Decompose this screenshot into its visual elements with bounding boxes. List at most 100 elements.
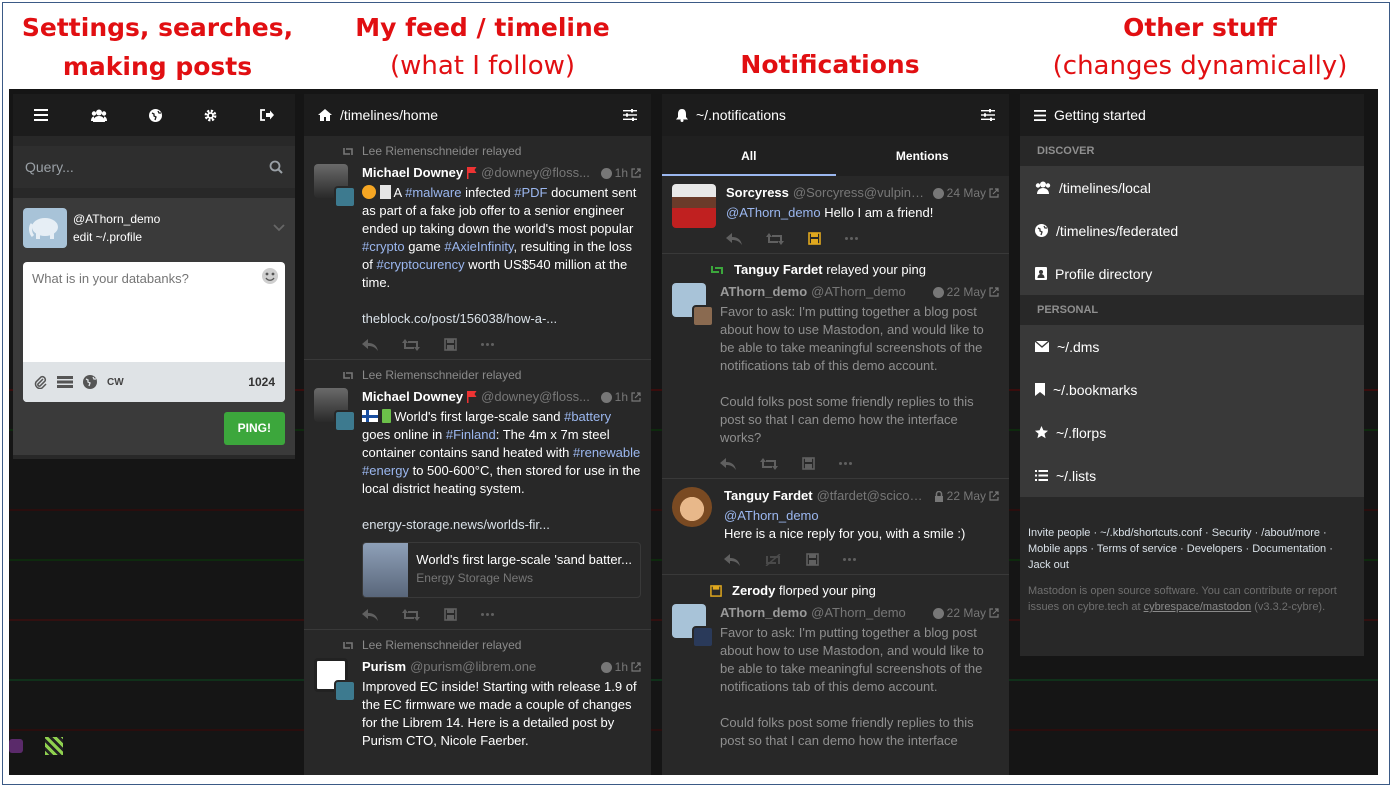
tab-all[interactable]: All	[662, 136, 836, 176]
footer-link-about[interactable]: /about/more	[1261, 527, 1320, 539]
menu-icon[interactable]	[34, 109, 49, 121]
nav-profile-directory[interactable]: Profile directory	[1020, 252, 1364, 295]
notifications-header[interactable]: ~/.notifications	[662, 94, 1009, 136]
hashtag[interactable]: #battery	[564, 409, 611, 424]
more-icon[interactable]	[843, 558, 856, 561]
more-icon[interactable]	[845, 237, 858, 240]
timestamp[interactable]: 22 May	[932, 283, 999, 301]
chevron-down-icon[interactable]	[273, 224, 285, 232]
search-icon[interactable]	[269, 160, 283, 174]
account-handle[interactable]: @tfardet@scicom...	[817, 487, 930, 505]
boost-icon[interactable]	[402, 608, 420, 621]
display-name[interactable]: Tanguy Fardet	[724, 487, 813, 505]
hashtag[interactable]: #energy	[362, 463, 409, 478]
ping-button[interactable]: PING!	[223, 412, 285, 445]
external-link-icon[interactable]	[631, 662, 641, 672]
content-warning-button[interactable]: CW	[107, 377, 124, 388]
footer-link-terms[interactable]: Terms of service	[1097, 543, 1177, 555]
search-input[interactable]: Query...	[25, 159, 74, 175]
more-icon[interactable]	[839, 462, 852, 465]
footer-link-shortcuts[interactable]: ~/.kbd/shortcuts.conf	[1100, 527, 1202, 539]
status-link[interactable]: theblock.co/post/156038/how-a-...	[362, 311, 557, 326]
avatar[interactable]	[672, 283, 720, 331]
florp-icon[interactable]	[808, 232, 821, 245]
account-handle[interactable]: @AThorn_demo	[811, 604, 928, 622]
footer-link-docs[interactable]: Documentation	[1252, 543, 1326, 555]
footer-link-invite[interactable]: Invite people	[1028, 527, 1090, 539]
reply-icon[interactable]	[724, 553, 740, 566]
paperclip-icon[interactable]	[33, 375, 47, 389]
timestamp[interactable]: 1h	[600, 388, 641, 406]
sliders-icon[interactable]	[623, 109, 637, 121]
bookmark-icon[interactable]	[806, 553, 819, 566]
avatar[interactable]	[672, 184, 720, 232]
notice-account[interactable]: Tanguy Fardet	[734, 262, 823, 277]
account-handle[interactable]: @purism@librem.one	[410, 658, 597, 676]
edit-profile-link[interactable]: edit ~/.profile	[73, 228, 273, 246]
bookmark-icon[interactable]	[444, 338, 457, 351]
avatar[interactable]	[672, 487, 720, 535]
hashtag[interactable]: #PDF	[514, 185, 547, 200]
getting-started-header[interactable]: Getting started	[1020, 94, 1364, 136]
account-handle[interactable]: @downey@floss...	[481, 164, 597, 182]
nav-florps[interactable]: ~/.florps	[1020, 411, 1364, 454]
search-bar[interactable]: Query...	[13, 146, 295, 188]
globe-icon[interactable]	[83, 375, 97, 389]
footer-link-jack-out[interactable]: Jack out	[1028, 559, 1069, 571]
notification-item[interactable]: Sorcyress @Sorcyress@vulpine.cl... 24 Ma…	[662, 176, 1009, 254]
boost-icon[interactable]	[766, 232, 784, 245]
reply-icon[interactable]	[362, 608, 378, 621]
status-item[interactable]: Lee Riemenschneider relayed Purism @puri…	[304, 630, 651, 758]
external-link-icon[interactable]	[989, 188, 999, 198]
bookmark-icon[interactable]	[802, 457, 815, 470]
account-handle[interactable]: @AThorn_demo	[73, 210, 273, 228]
boost-icon[interactable]	[760, 457, 778, 470]
notification-item[interactable]: Tanguy Fardet relayed your ping AThorn_d…	[662, 254, 1009, 479]
more-icon[interactable]	[481, 343, 494, 346]
account-handle[interactable]: @AThorn_demo	[811, 283, 928, 301]
poll-icon[interactable]	[57, 376, 73, 388]
compose-textarea[interactable]	[23, 262, 285, 360]
footer-repo-link[interactable]: cybrespace/mastodon	[1144, 601, 1252, 613]
footer-link-security[interactable]: Security	[1212, 527, 1252, 539]
avatar[interactable]	[23, 208, 67, 248]
notification-item[interactable]: Tanguy Fardet @tfardet@scicom... 22 May …	[662, 479, 1009, 575]
hashtag[interactable]: #malware	[405, 185, 461, 200]
gear-icon[interactable]	[204, 109, 217, 122]
display-name[interactable]: AThorn_demo	[720, 604, 807, 622]
status-item[interactable]: Lee Riemenschneider relayed Michael Down…	[304, 360, 651, 630]
avatar[interactable]	[672, 604, 720, 652]
notification-item[interactable]: Zerody florped your ping AThorn_demo @AT…	[662, 575, 1009, 758]
status-item[interactable]: Lee Riemenschneider relayed Michael Down…	[304, 136, 651, 360]
link-preview-card[interactable]: World's first large-scale 'sand batter..…	[362, 542, 641, 598]
timestamp[interactable]: 24 May	[932, 184, 999, 202]
boost-icon[interactable]	[402, 338, 420, 351]
logout-icon[interactable]	[259, 109, 274, 121]
globe-icon[interactable]	[148, 108, 162, 122]
hashtag[interactable]: #crypto	[362, 239, 405, 254]
account-handle[interactable]: @downey@floss...	[481, 388, 597, 406]
timestamp[interactable]: 22 May	[932, 604, 999, 622]
sliders-icon[interactable]	[981, 109, 995, 121]
timestamp[interactable]: 1h	[600, 164, 641, 182]
hashtag[interactable]: #cryptocurency	[376, 257, 464, 272]
bookmark-icon[interactable]	[444, 608, 457, 621]
status-link[interactable]: energy-storage.news/worlds-fir...	[362, 517, 550, 532]
nav-timeline-local[interactable]: /timelines/local	[1020, 166, 1364, 209]
avatar[interactable]	[314, 164, 362, 212]
footer-link-apps[interactable]: Mobile apps	[1028, 543, 1087, 555]
reply-icon[interactable]	[726, 232, 742, 245]
display-name[interactable]: Michael Downey	[362, 388, 463, 406]
more-icon[interactable]	[481, 613, 494, 616]
display-name[interactable]: Purism	[362, 658, 406, 676]
hashtag[interactable]: #AxieInfinity	[444, 239, 513, 254]
nav-timeline-federated[interactable]: /timelines/federated	[1020, 209, 1364, 252]
users-icon[interactable]	[90, 109, 107, 122]
mention[interactable]: @AThorn_demo	[724, 507, 999, 525]
hashtag[interactable]: #renewable	[573, 445, 640, 460]
external-link-icon[interactable]	[631, 392, 641, 402]
footer-link-developers[interactable]: Developers	[1187, 543, 1243, 555]
display-name[interactable]: Sorcyress	[726, 184, 789, 202]
emoji-picker-icon[interactable]	[261, 267, 279, 285]
external-link-icon[interactable]	[631, 168, 641, 178]
